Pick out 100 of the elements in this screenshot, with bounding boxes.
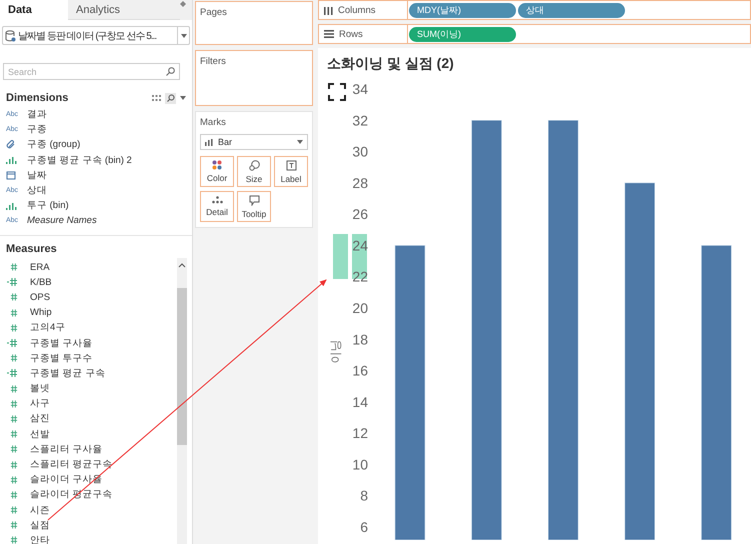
measure-field[interactable]: 사구 bbox=[30, 397, 50, 410]
measure-field[interactable]: 시즌 bbox=[30, 504, 50, 517]
shelf-title: Rows bbox=[339, 28, 363, 40]
dimension-field[interactable]: 구종별 평균 구속 (bin) 2 bbox=[27, 154, 132, 167]
section-header: Measures bbox=[6, 242, 57, 254]
measure-field[interactable]: 선발 bbox=[30, 428, 50, 441]
sheet-title: 소화이닝 및 실점 (2) bbox=[327, 55, 454, 71]
measure-field[interactable]: 스플리터 구사율 bbox=[30, 442, 103, 456]
dimension-field[interactable]: 날짜 bbox=[27, 168, 47, 182]
measure-field[interactable]: 구종별 구사율 bbox=[30, 336, 93, 350]
measure-field[interactable]: OPS bbox=[30, 292, 50, 303]
measure-icon bbox=[10, 398, 18, 409]
search-icon bbox=[166, 67, 175, 76]
caret-icon bbox=[180, 34, 186, 38]
axis-tick-label: 10 bbox=[352, 456, 368, 472]
measure-icon bbox=[10, 460, 18, 470]
measure-icon bbox=[10, 505, 18, 516]
search-box[interactable]: Search bbox=[3, 63, 180, 80]
label-icon bbox=[286, 160, 296, 170]
dimension-field[interactable]: Measure Names bbox=[27, 215, 97, 226]
calculated-measure-icon bbox=[7, 338, 18, 348]
axis-tick-label: 6 bbox=[360, 519, 368, 535]
color-dots-icon bbox=[212, 160, 222, 170]
axis-tick-label: 32 bbox=[352, 112, 368, 128]
mark-property-button[interactable]: Detail bbox=[200, 191, 234, 222]
measure-field[interactable]: 실점 bbox=[30, 518, 50, 532]
measure-icon bbox=[10, 292, 18, 302]
axis-tick-label: 12 bbox=[352, 425, 368, 442]
columns-icon bbox=[324, 6, 333, 14]
axis-tick-label: 30 bbox=[352, 144, 368, 160]
bin-icon bbox=[6, 202, 17, 210]
axis-tick-label: 14 bbox=[352, 394, 368, 410]
measure-field[interactable]: K/BB bbox=[30, 276, 52, 288]
measure-field[interactable]: ERA bbox=[30, 262, 50, 273]
scrollbar[interactable] bbox=[177, 258, 187, 544]
options-icon[interactable] bbox=[180, 1, 186, 7]
measure-icon bbox=[10, 262, 18, 272]
dimension-field[interactable]: 상대 bbox=[27, 184, 47, 198]
filters-shelf[interactable]: Filters bbox=[195, 50, 313, 106]
pages-shelf[interactable]: Pages bbox=[195, 1, 313, 45]
measure-icon bbox=[10, 353, 18, 364]
dimension-field[interactable]: 구종 (group) bbox=[27, 138, 80, 152]
caret-icon bbox=[297, 140, 303, 144]
measure-icon bbox=[10, 414, 18, 424]
dimension-field[interactable]: 구종 bbox=[27, 123, 47, 136]
axis-title: 이닝 bbox=[328, 340, 344, 364]
measure-icon bbox=[10, 429, 18, 440]
mark-property-button[interactable]: Label bbox=[274, 156, 308, 187]
database-icon bbox=[5, 30, 16, 42]
measure-field[interactable]: 볼넷 bbox=[30, 382, 50, 396]
search-field[interactable]: Search bbox=[8, 64, 166, 79]
measure-icon bbox=[10, 535, 18, 544]
shelf-title: Columns bbox=[338, 4, 376, 16]
axis-tick-label: 26 bbox=[352, 206, 368, 222]
measure-icon bbox=[10, 474, 18, 485]
measure-icon bbox=[10, 308, 18, 318]
axis-tick-label: 28 bbox=[352, 174, 368, 191]
search-icon[interactable] bbox=[165, 92, 176, 104]
calculated-measure-icon bbox=[7, 368, 18, 378]
dimension-field[interactable]: 투구 (bin) bbox=[27, 199, 69, 212]
axis-tick-label: 18 bbox=[352, 331, 368, 348]
measure-field[interactable]: 안타 bbox=[30, 534, 50, 544]
mark-type-dropdown[interactable]: Bar bbox=[200, 134, 308, 150]
axis-tick-label: 20 bbox=[352, 300, 368, 316]
measure-icon bbox=[10, 322, 18, 333]
measure-field[interactable]: 고의4구 bbox=[30, 321, 66, 334]
paperclip-icon bbox=[6, 140, 16, 150]
tooltip-icon bbox=[248, 194, 260, 206]
axis-tick-label: 16 bbox=[352, 362, 368, 379]
fit-view-icon[interactable] bbox=[328, 83, 346, 101]
measure-field[interactable]: 구종별 투구수 bbox=[30, 352, 93, 365]
field-pill[interactable]: 상대 bbox=[518, 2, 625, 18]
scroll-up-icon[interactable] bbox=[177, 260, 187, 268]
size-icon bbox=[248, 160, 260, 170]
measure-icon bbox=[10, 520, 18, 530]
measure-field[interactable]: 삼진 bbox=[30, 412, 50, 426]
panel-tab[interactable]: Data bbox=[0, 0, 68, 20]
section-header: Dimensions bbox=[6, 92, 68, 104]
measure-icon bbox=[10, 444, 18, 454]
datasource-dropdown[interactable]: 날짜별 등판 데이터 (구창모 선수 5... bbox=[2, 26, 190, 45]
mark-property-button[interactable]: Size bbox=[237, 156, 271, 187]
measure-field[interactable]: Whip bbox=[30, 307, 52, 318]
dimension-field[interactable]: 결과 bbox=[27, 108, 47, 122]
measure-field[interactable]: 스플리터 평균구속 bbox=[30, 458, 113, 472]
mark-property-button[interactable]: Color bbox=[200, 156, 234, 187]
shelf-drop-area[interactable]: MDY(날짜) 상대 bbox=[408, 0, 751, 20]
scroll-thumb[interactable] bbox=[177, 288, 187, 444]
measure-field[interactable]: 구종별 평균 구속 bbox=[30, 366, 106, 380]
caret-icon[interactable] bbox=[180, 96, 186, 100]
grid-view-icon[interactable] bbox=[152, 94, 161, 102]
marks-title: Marks bbox=[200, 117, 227, 128]
measure-icon bbox=[10, 384, 18, 394]
mark-property-button[interactable]: Tooltip bbox=[237, 191, 271, 222]
axis-tick-label: 8 bbox=[360, 488, 368, 504]
axis-tick-label: 34 bbox=[352, 81, 368, 97]
rows-icon bbox=[324, 30, 334, 38]
calculated-measure-icon bbox=[7, 277, 18, 288]
field-pill[interactable]: MDY(날짜) bbox=[409, 2, 516, 18]
bin-icon bbox=[6, 156, 17, 164]
calendar-icon bbox=[6, 170, 16, 180]
